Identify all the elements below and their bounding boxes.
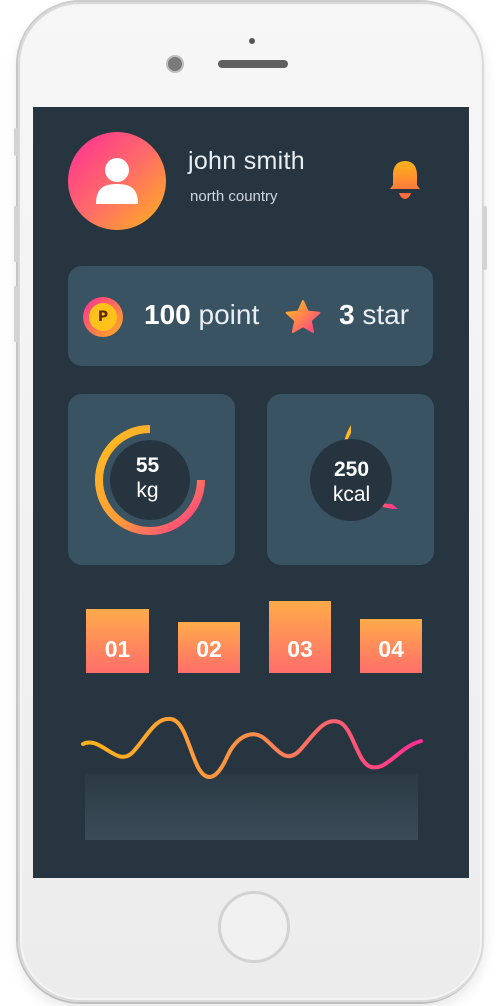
app-screen: john smith north country P 100 point 3 s… bbox=[33, 107, 469, 878]
bell-icon[interactable] bbox=[388, 159, 422, 201]
earpiece-speaker bbox=[218, 60, 288, 68]
proximity-sensor bbox=[249, 38, 255, 44]
profile-name: john smith bbox=[188, 147, 305, 175]
weight-value: 55 bbox=[135, 454, 160, 477]
avatar[interactable] bbox=[68, 132, 166, 230]
calories-value: 250 bbox=[333, 458, 370, 481]
home-button[interactable] bbox=[218, 891, 290, 963]
tile-04[interactable]: 04 bbox=[360, 619, 422, 673]
points-icon-letter: P bbox=[89, 303, 117, 331]
power-button bbox=[482, 206, 487, 270]
points-value: 100 bbox=[144, 299, 191, 330]
mute-switch bbox=[14, 128, 19, 156]
tile-02[interactable]: 02 bbox=[178, 622, 240, 673]
points-display: 100 point bbox=[144, 299, 259, 331]
user-icon bbox=[96, 158, 138, 204]
stars-label: star bbox=[362, 299, 410, 330]
calories-card[interactable]: 250 kcal bbox=[267, 394, 434, 565]
calories-unit: kcal bbox=[332, 483, 371, 506]
stars-display: 3 star bbox=[339, 299, 409, 331]
tile-03[interactable]: 03 bbox=[269, 601, 331, 673]
stats-card: P 100 point 3 star bbox=[68, 266, 433, 366]
volume-down-button bbox=[14, 286, 19, 342]
volume-up-button bbox=[14, 206, 19, 262]
stars-value: 3 bbox=[339, 299, 355, 330]
profile-location: north country bbox=[190, 188, 278, 205]
weight-card[interactable]: 55 kg bbox=[68, 394, 235, 565]
star-icon bbox=[285, 300, 321, 333]
front-camera bbox=[168, 57, 182, 71]
tile-01[interactable]: 01 bbox=[86, 609, 149, 673]
weight-unit: kg bbox=[136, 479, 159, 502]
wave-graph bbox=[81, 716, 423, 779]
points-label: point bbox=[198, 299, 260, 330]
points-icon: P bbox=[83, 297, 123, 337]
